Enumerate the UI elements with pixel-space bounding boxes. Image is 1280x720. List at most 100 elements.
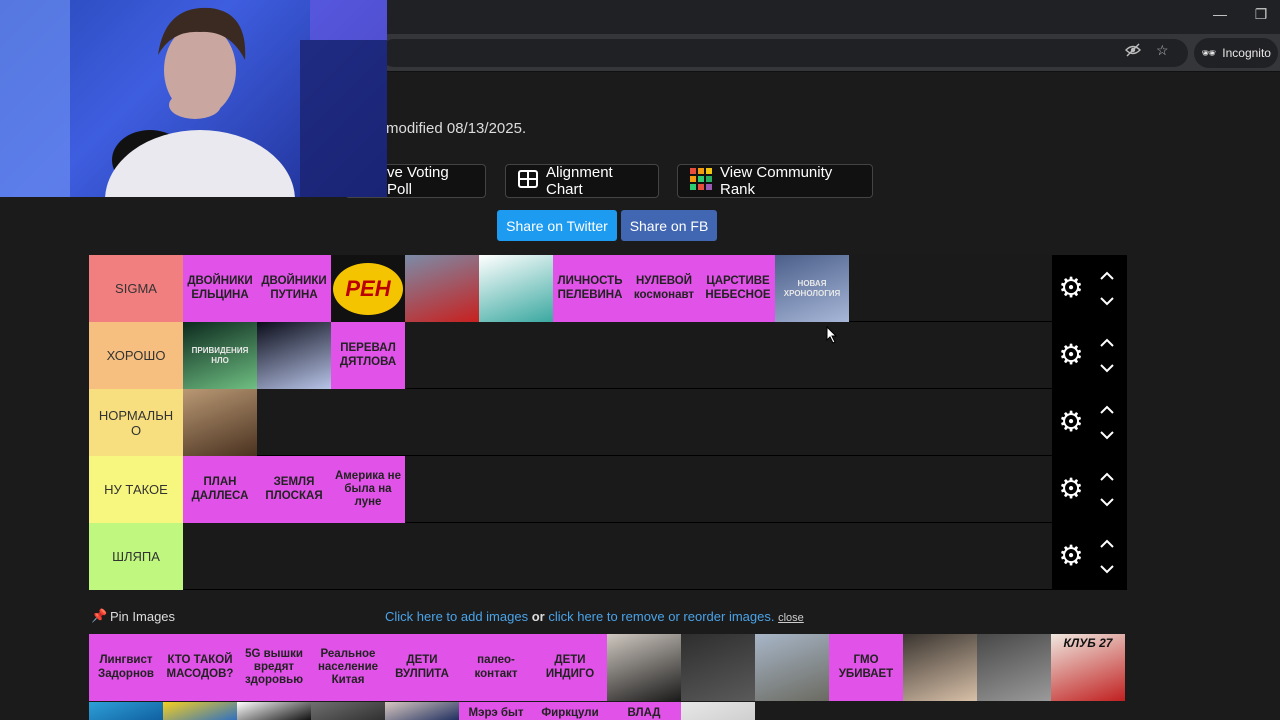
chernobyl-image[interactable]	[755, 634, 829, 701]
pin-bar: 📌 Pin Images Click here to add images or…	[89, 608, 1127, 630]
chevron-up-icon[interactable]	[1096, 468, 1118, 484]
incognito-icon: 🕶	[1201, 46, 1217, 60]
chevron-down-icon[interactable]	[1096, 427, 1118, 443]
chevron-up-icon[interactable]	[1096, 334, 1118, 350]
ufo-beam-image[interactable]	[257, 322, 331, 389]
tier-item-text[interactable]: ДЕТИ ВУЛПИТА	[385, 634, 459, 701]
url-field[interactable]	[380, 39, 1188, 67]
tier-item-text[interactable]: ЗЕМЛЯ ПЛОСКАЯ	[257, 456, 331, 523]
politician-red-jacket-image[interactable]	[405, 255, 479, 322]
tier-item-text[interactable]: ВЛАД	[607, 702, 681, 720]
tier-item-text[interactable]: ПЛАН ДАЛЛЕСА	[183, 456, 257, 523]
mouse-cursor-icon	[826, 326, 838, 344]
gear-icon[interactable]: ⚙	[1056, 340, 1086, 370]
man-portrait-image[interactable]	[385, 702, 459, 720]
eye-off-icon[interactable]	[1125, 43, 1141, 60]
community-rank-button[interactable]: View Community Rank	[677, 164, 873, 198]
cat-image[interactable]	[311, 702, 385, 720]
dark-forest-image[interactable]	[681, 634, 755, 701]
tier-item-text[interactable]: ДЕТИ ИНДИГО	[533, 634, 607, 701]
blue-creature-image[interactable]	[89, 702, 163, 720]
tier-item-text[interactable]: Америка не была на луне	[331, 456, 405, 523]
or-text: or	[531, 609, 545, 624]
tier-item-text[interactable]: ЦАРСТИВЕ НЕБЕСНОЕ	[701, 255, 775, 322]
share-fb-button[interactable]: Share on FB	[621, 210, 717, 241]
image-pool-row-2: Мэрэ быт Фиркцули ВЛАД	[89, 702, 1127, 720]
minimize-icon[interactable]: —	[1200, 6, 1240, 22]
tier-controls: ⚙	[1052, 456, 1127, 523]
incognito-badge[interactable]: 🕶 Incognito	[1194, 38, 1278, 68]
chevron-up-icon[interactable]	[1096, 267, 1118, 283]
tier-label[interactable]: SIGMA	[89, 255, 183, 322]
tier-item-text[interactable]: 5G вышки вредят здоровью	[237, 634, 311, 701]
white-blob-image[interactable]	[681, 702, 755, 720]
image-caption: РЕН	[333, 262, 403, 315]
tier-item-text[interactable]: Мэрэ быт	[459, 702, 533, 720]
tier-controls: ⚙	[1052, 255, 1127, 322]
star-icon[interactable]: ☆	[1156, 42, 1169, 59]
minecraft-herobrine-image[interactable]	[479, 255, 553, 322]
tier-item-text[interactable]: НУЛЕВОЙ космонавт	[627, 255, 701, 322]
tier-label[interactable]: ШЛЯПА	[89, 523, 183, 590]
alignment-chart-button[interactable]: Alignment Chart	[505, 164, 659, 198]
club-27-image[interactable]: КЛУБ 27	[1051, 634, 1125, 701]
close-link[interactable]: close	[778, 612, 804, 624]
tier-controls: ⚙	[1052, 322, 1127, 389]
tier-row: НУ ТАКОЕ ПЛАН ДАЛЛЕСА ЗЕМЛЯ ПЛОСКАЯ Америка…	[89, 456, 1127, 523]
share-twitter-button[interactable]: Share on Twitter	[497, 210, 617, 241]
chevron-down-icon[interactable]	[1096, 561, 1118, 577]
tier-items	[183, 389, 257, 456]
gear-icon[interactable]: ⚙	[1056, 474, 1086, 504]
alien-creature-image[interactable]	[977, 634, 1051, 701]
gear-icon[interactable]: ⚙	[1056, 541, 1086, 571]
tier-item-text[interactable]: ГМО УБИВАЕТ	[829, 634, 903, 701]
tier-items: ПРИВИДЕНИЯ НЛО ПЕРЕВАЛ ДЯТЛОВА	[183, 322, 405, 389]
chevron-up-icon[interactable]	[1096, 401, 1118, 417]
michael-jackson-image[interactable]	[607, 634, 681, 701]
tier-label[interactable]: НОРМАЛЬН О	[89, 389, 183, 456]
image-pool: Лингвист Задорнов КТО ТАКОЙ МАСОДОВ? 5G вы…	[89, 634, 1127, 702]
gear-icon[interactable]: ⚙	[1056, 273, 1086, 303]
number-image[interactable]	[237, 702, 311, 720]
tier-item-text[interactable]: ЛИЧНОСТЬ ПЕЛЕВИНА	[553, 255, 627, 322]
chevron-down-icon[interactable]	[1096, 360, 1118, 376]
tier-item-text[interactable]: Реальное население Китая	[311, 634, 385, 701]
pin-icon[interactable]: 📌	[91, 608, 107, 624]
modified-date-text: modified 08/13/2025.	[386, 120, 527, 137]
tier-item-text[interactable]: палео-контакт	[459, 634, 533, 701]
book-cover-image[interactable]: НОВАЯ ХРОНОЛОГИЯ	[775, 255, 849, 322]
tier-controls: ⚙	[1052, 523, 1127, 590]
tier-items: ПЛАН ДАЛЛЕСА ЗЕМЛЯ ПЛОСКАЯ Америка не была…	[183, 456, 405, 523]
tier-item-text[interactable]: Фиркцули	[533, 702, 607, 720]
tier-item-text[interactable]: Лингвист Задорнов	[89, 634, 163, 701]
ren-tv-logo-image[interactable]: РЕН	[331, 255, 405, 322]
color-grid-icon	[690, 168, 712, 194]
tier-row: SIGMA ДВОЙНИКИ ЕЛЬЦИНА ДВОЙНИКИ ПУТИНА РЕН Л…	[89, 255, 1127, 322]
chevron-down-icon[interactable]	[1096, 293, 1118, 309]
grid-icon	[518, 170, 538, 192]
tier-label[interactable]: ХОРОШО	[89, 322, 183, 389]
tier-list: SIGMA ДВОЙНИКИ ЕЛЬЦИНА ДВОЙНИКИ ПУТИНА РЕН Л…	[89, 255, 1127, 590]
gear-icon[interactable]: ⚙	[1056, 407, 1086, 437]
restore-icon[interactable]: ❐	[1241, 6, 1280, 23]
webcam-overlay	[0, 0, 387, 197]
pin-images-label[interactable]: Pin Images	[110, 609, 175, 624]
image-caption: НОВАЯ ХРОНОЛОГИЯ	[783, 279, 841, 298]
ghosts-poster-image[interactable]: ПРИВИДЕНИЯ НЛО	[183, 322, 257, 389]
tier-item-text[interactable]: ДВОЙНИКИ ЕЛЬЦИНА	[183, 255, 257, 322]
chevron-down-icon[interactable]	[1096, 494, 1118, 510]
tier-item-text[interactable]: ДВОЙНИКИ ПУТИНА	[257, 255, 331, 322]
community-rank-label: View Community Rank	[720, 164, 833, 198]
image-caption: КЛУБ 27	[1063, 635, 1113, 650]
add-images-link[interactable]: Click here to add images	[385, 609, 528, 624]
tier-label[interactable]: НУ ТАКОЕ	[89, 456, 183, 523]
simpsons-image[interactable]	[163, 702, 237, 720]
tier-item-text[interactable]: ПЕРЕВАЛ ДЯТЛОВА	[331, 322, 405, 389]
chevron-up-icon[interactable]	[1096, 535, 1118, 551]
harry-potter-image[interactable]	[903, 634, 977, 701]
remove-images-link[interactable]: click here to remove or reorder images.	[548, 609, 774, 624]
tier-item-text[interactable]: КТО ТАКОЙ МАСОДОВ?	[163, 634, 237, 701]
werewolf-image[interactable]	[183, 389, 257, 456]
voting-poll-label: ve Voting Poll	[387, 164, 449, 198]
alignment-chart-label: Alignment Chart	[546, 164, 613, 198]
